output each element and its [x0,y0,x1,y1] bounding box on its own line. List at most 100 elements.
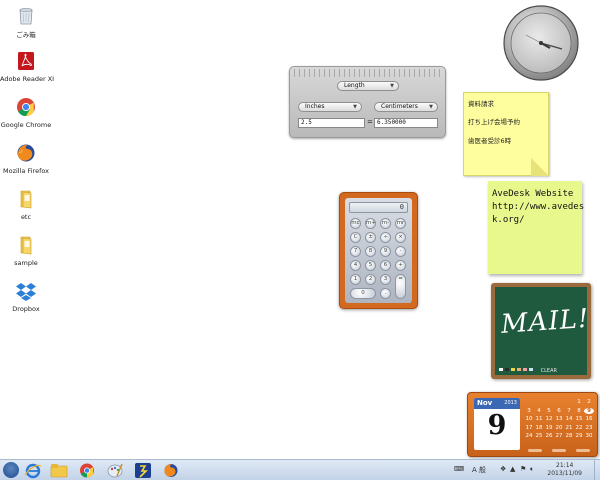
calc-key[interactable]: 6 [380,260,391,271]
calc-key-zero[interactable]: 0 [350,288,376,299]
calendar-date-cell[interactable]: 24 [524,433,534,439]
calendar-date-cell[interactable]: 11 [534,416,544,422]
calendar-date-cell[interactable]: 18 [534,425,544,431]
tray-flag-icon[interactable]: ⚑ [520,465,526,473]
calendar-date-cell[interactable]: 6 [554,408,564,414]
calendar-date-cell[interactable]: 17 [524,425,534,431]
calc-key[interactable]: 1 [350,274,361,285]
calendar-date-cell[interactable]: 30 [584,433,594,439]
calc-key[interactable]: 4 [350,260,361,271]
desktop-icon-firefox[interactable]: Mozilla Firefox [0,142,52,175]
calc-key[interactable]: + [395,260,406,271]
calc-key[interactable]: mr [395,218,406,229]
chalk-pink[interactable] [523,368,527,371]
calendar-date-cell[interactable]: 2 [584,399,594,405]
calendar-date-cell[interactable]: 12 [544,416,554,422]
sticky-note-line: 資料請求 [468,100,494,108]
calendar-date-cell[interactable]: 27 [554,433,564,439]
calendar-widget[interactable]: Nov 2013 9 1 2 3 4 5 6 7 8 9 10 11 12 13 14 15 16 17 18 19… [467,392,598,457]
tray-dropbox-icon[interactable]: ❖ [500,465,506,473]
calendar-date-cell[interactable]: 7 [564,408,574,414]
calc-key[interactable]: mc [350,218,361,229]
calendar-date-cell[interactable]: 10 [524,416,534,422]
taskbar-chrome-button[interactable] [76,461,98,480]
calendar-date-cell[interactable]: 4 [534,408,544,414]
calc-key[interactable]: m+ [365,218,376,229]
calc-key[interactable]: ± [365,232,376,243]
desktop-icon-recycle-bin[interactable]: ごみ箱 [0,4,52,39]
calc-key[interactable]: 2 [365,274,376,285]
tray-chevron-icon[interactable]: ▲ [510,465,515,473]
desktop-icon-adobe-reader[interactable]: Adobe Reader XI [0,50,54,83]
calendar-date-cell[interactable]: 22 [574,425,584,431]
calc-key[interactable]: 9 [380,246,391,257]
calc-key[interactable]: m- [380,218,391,229]
calendar-date-cell[interactable]: 5 [544,408,554,414]
calendar-date-cell[interactable]: 21 [564,425,574,431]
clock-face [503,5,579,81]
calendar-date-cell[interactable]: 3 [524,408,534,414]
calc-key[interactable]: 7 [350,246,361,257]
chalk-yellow[interactable] [511,368,515,371]
desktop-icon-sample[interactable]: sample [0,234,52,267]
clear-button[interactable]: CLEAR [541,368,557,374]
desktop-icon-label: Mozilla Firefox [3,167,49,175]
calendar-date-cell[interactable]: 9 [584,407,594,414]
calendar-month-header: Nov 2013 [474,398,520,409]
recycle-bin-icon [15,4,37,26]
calendar-date-cell[interactable]: 16 [584,416,594,422]
calendar-date-cell[interactable]: 19 [544,425,554,431]
calc-key[interactable]: × [395,232,406,243]
show-desktop-button[interactable] [594,460,600,480]
calc-key[interactable]: 8 [365,246,376,257]
from-unit-select[interactable]: Inches ▼ [298,102,362,112]
taskbar-explorer-button[interactable] [48,461,70,480]
calc-key[interactable]: . [380,288,391,299]
calc-key[interactable]: 3 [380,274,391,285]
calendar-date-cell[interactable]: 14 [564,416,574,422]
taskbar-clock[interactable]: 21:14 2013/11/09 [547,462,582,478]
calendar-date-cell[interactable]: 23 [584,425,594,431]
calendar-date-cell[interactable]: 20 [554,425,564,431]
calc-key-equals[interactable]: = [395,274,406,299]
clock-widget[interactable] [502,4,580,82]
chalk-blue[interactable] [529,368,533,371]
calc-key[interactable]: - [395,246,406,257]
volume-icon[interactable]: 🔈︎ [530,465,534,474]
internet-explorer-icon [24,463,42,479]
desktop-icon-label: Google Chrome [0,121,52,129]
ime-indicator[interactable]: A 般 [472,465,486,475]
taskbar-firefox-button[interactable] [160,461,182,480]
from-value-input[interactable]: 2.5 [298,118,365,128]
taskbar-paint-button[interactable] [104,461,126,480]
chalk-orange[interactable] [517,368,521,371]
keyboard-icon[interactable]: ⌨ [454,465,464,473]
calendar-date-cell[interactable]: 1 [574,399,584,405]
calendar-date-cell[interactable]: 26 [544,433,554,439]
calc-key[interactable]: 5 [365,260,376,271]
measure-type-select[interactable]: Length ▼ [337,81,399,91]
sticky-note-todo[interactable]: 資料請求 打ち上げ会場予約 歯医者受診6時 [463,92,549,176]
start-button[interactable] [3,462,19,478]
chalk-white[interactable] [499,368,503,371]
sticky-note-avedesk[interactable]: AveDesk Website http://www.avedes k.org/ [488,181,584,274]
taskbar-ie-button[interactable] [22,461,44,480]
calendar-date-cell[interactable]: 8 [574,408,584,414]
calendar-big-day: 9 [487,410,507,441]
calendar-date-cell[interactable]: 28 [564,433,574,439]
calendar-date-cell[interactable]: 13 [554,416,564,422]
chalk-black[interactable] [505,368,509,371]
desktop-icon-dropbox[interactable]: Dropbox [0,280,52,313]
to-unit-select[interactable]: Centimeters ▼ [374,102,438,112]
desktop-icon-chrome[interactable]: Google Chrome [0,96,52,129]
calendar-date-cell[interactable]: 15 [574,416,584,422]
calc-key[interactable]: C [350,232,361,243]
calendar-date-cell[interactable]: 29 [574,433,584,439]
taskbar-time: 21:14 [556,462,574,469]
mail-chalkboard-widget[interactable]: MAIL! CLEAR [491,283,591,379]
chrome-icon [80,463,94,478]
calendar-date-cell[interactable]: 25 [534,433,544,439]
desktop-icon-etc[interactable]: etc [0,188,52,221]
taskbar-app-button[interactable] [132,461,154,480]
calc-key[interactable]: ÷ [380,232,391,243]
